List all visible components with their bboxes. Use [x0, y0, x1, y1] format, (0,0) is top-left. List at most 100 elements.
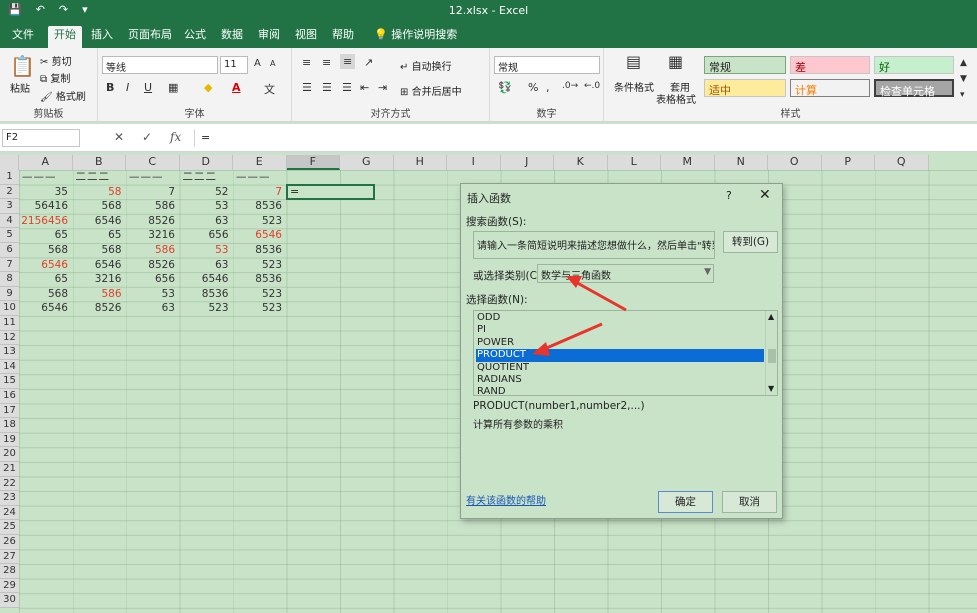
- tab-help[interactable]: 帮助: [326, 26, 360, 48]
- column-header-l[interactable]: L: [607, 155, 661, 170]
- dialog-close-button[interactable]: ✕: [759, 187, 771, 203]
- row-header-9[interactable]: 9: [0, 286, 19, 302]
- tell-me-search[interactable]: 💡 操作说明搜索: [368, 26, 463, 48]
- ok-button[interactable]: 确定: [658, 491, 713, 513]
- name-box[interactable]: F2: [2, 129, 80, 147]
- styles-scroll-up-icon[interactable]: ▲: [960, 58, 967, 68]
- row-header-24[interactable]: 24: [0, 505, 19, 521]
- tab-review[interactable]: 审阅: [252, 26, 286, 48]
- row-header-25[interactable]: 25: [0, 520, 19, 535]
- underline-button[interactable]: U: [144, 81, 152, 94]
- data-cell[interactable]: 586: [126, 243, 178, 258]
- data-cell[interactable]: 8526: [73, 301, 125, 316]
- data-cell[interactable]: 523: [233, 258, 285, 273]
- format-as-table-label-2[interactable]: 表格格式: [656, 91, 696, 106]
- column-header-p[interactable]: P: [821, 155, 875, 170]
- tab-home[interactable]: 开始: [48, 26, 82, 48]
- percent-button[interactable]: %: [528, 81, 538, 94]
- row-header-28[interactable]: 28: [0, 564, 19, 579]
- scroll-thumb[interactable]: [768, 349, 776, 363]
- select-all-corner[interactable]: [0, 155, 19, 170]
- row-header-11[interactable]: 11: [0, 316, 19, 331]
- scroll-up-icon[interactable]: ▲: [768, 312, 774, 321]
- align-middle-icon[interactable]: ≡: [322, 56, 331, 69]
- decrease-decimal-icon[interactable]: ←.0: [584, 81, 600, 91]
- data-cell[interactable]: 53: [180, 199, 232, 214]
- row-header-29[interactable]: 29: [0, 578, 19, 594]
- styles-scroll-down-icon[interactable]: ▼: [960, 74, 967, 84]
- format-as-table-icon[interactable]: ▦: [668, 52, 683, 71]
- data-cell[interactable]: 8536: [180, 287, 232, 302]
- conditional-format-icon[interactable]: ▤: [626, 52, 641, 71]
- style-normal[interactable]: 常规: [704, 56, 786, 74]
- data-cell[interactable]: 63: [126, 301, 178, 316]
- row-header-14[interactable]: 14: [0, 359, 19, 375]
- column-header-k[interactable]: K: [554, 155, 608, 170]
- column-header-q[interactable]: Q: [875, 155, 929, 170]
- list-item[interactable]: QUOTIENT: [476, 362, 764, 374]
- row-header-7[interactable]: 7: [0, 257, 19, 273]
- data-cell[interactable]: 8526: [126, 258, 178, 273]
- data-cell[interactable]: 7: [126, 185, 178, 200]
- data-cell[interactable]: 8536: [233, 243, 285, 258]
- align-left-icon[interactable]: ☰: [302, 81, 312, 94]
- column-header-m[interactable]: M: [661, 155, 715, 170]
- italic-button[interactable]: I: [126, 81, 129, 94]
- column-header-a[interactable]: A: [19, 155, 73, 170]
- column-header-j[interactable]: J: [500, 155, 554, 170]
- phonetic-button[interactable]: 文: [264, 81, 275, 97]
- data-cell[interactable]: 568: [19, 287, 71, 302]
- data-cell[interactable]: 53: [126, 287, 178, 302]
- header-cell[interactable]: ———: [19, 170, 71, 185]
- data-cell[interactable]: 6546: [19, 258, 71, 273]
- row-header-18[interactable]: 18: [0, 418, 19, 433]
- styles-more-icon[interactable]: ▾: [960, 90, 965, 100]
- dialog-help-button[interactable]: ?: [726, 189, 732, 202]
- row-header-27[interactable]: 27: [0, 549, 19, 565]
- style-good[interactable]: 好: [874, 56, 954, 74]
- align-center-icon[interactable]: ☰: [322, 81, 332, 94]
- cancel-button[interactable]: 取消: [722, 491, 777, 513]
- number-format-select[interactable]: 常规: [494, 56, 600, 74]
- decrease-indent-icon[interactable]: ⇤: [360, 81, 369, 94]
- row-header-5[interactable]: 5: [0, 228, 19, 243]
- data-cell[interactable]: 8536: [233, 199, 285, 214]
- style-neutral[interactable]: 适中: [704, 79, 786, 97]
- data-cell[interactable]: 2156456: [19, 214, 71, 229]
- row-header-2[interactable]: 2: [0, 184, 19, 200]
- header-cell[interactable]: 二二二: [180, 170, 232, 185]
- formula-input[interactable]: =: [194, 129, 974, 147]
- data-cell[interactable]: 65: [73, 228, 125, 243]
- data-cell[interactable]: 523: [233, 287, 285, 302]
- row-header-12[interactable]: 12: [0, 330, 19, 346]
- data-cell[interactable]: 523: [180, 301, 232, 316]
- merge-center-button[interactable]: ⊞ 合并后居中: [400, 83, 462, 98]
- comma-button[interactable]: ,: [546, 81, 550, 94]
- orientation-icon[interactable]: ↗: [364, 56, 373, 69]
- scroll-down-icon[interactable]: ▼: [768, 384, 774, 393]
- tab-page-layout[interactable]: 页面布局: [122, 26, 178, 48]
- paste-button[interactable]: 粘贴: [10, 80, 30, 95]
- style-calculation[interactable]: 计算: [790, 79, 870, 97]
- data-cell[interactable]: 6546: [73, 258, 125, 273]
- wrap-text-button[interactable]: ↵ 自动换行: [400, 58, 452, 73]
- tab-formulas[interactable]: 公式: [178, 26, 212, 48]
- row-header-19[interactable]: 19: [0, 432, 19, 448]
- data-cell[interactable]: 8526: [126, 214, 178, 229]
- data-cell[interactable]: 568: [73, 199, 125, 214]
- row-header-30[interactable]: 30: [0, 593, 19, 608]
- data-cell[interactable]: 568: [19, 243, 71, 258]
- align-top-icon[interactable]: ≡: [302, 56, 311, 69]
- column-header-n[interactable]: N: [714, 155, 768, 170]
- font-shrink-button[interactable]: A: [270, 59, 275, 68]
- align-right-icon[interactable]: ☰: [342, 81, 352, 94]
- column-header-c[interactable]: C: [126, 155, 180, 170]
- data-cell[interactable]: 35: [19, 185, 71, 200]
- data-cell[interactable]: 3216: [73, 272, 125, 287]
- align-bottom-icon[interactable]: ≡: [340, 54, 356, 69]
- row-header-26[interactable]: 26: [0, 535, 19, 550]
- data-cell[interactable]: 63: [180, 258, 232, 273]
- tab-data[interactable]: 数据: [215, 26, 249, 48]
- row-header-17[interactable]: 17: [0, 403, 19, 419]
- data-cell[interactable]: 656: [180, 228, 232, 243]
